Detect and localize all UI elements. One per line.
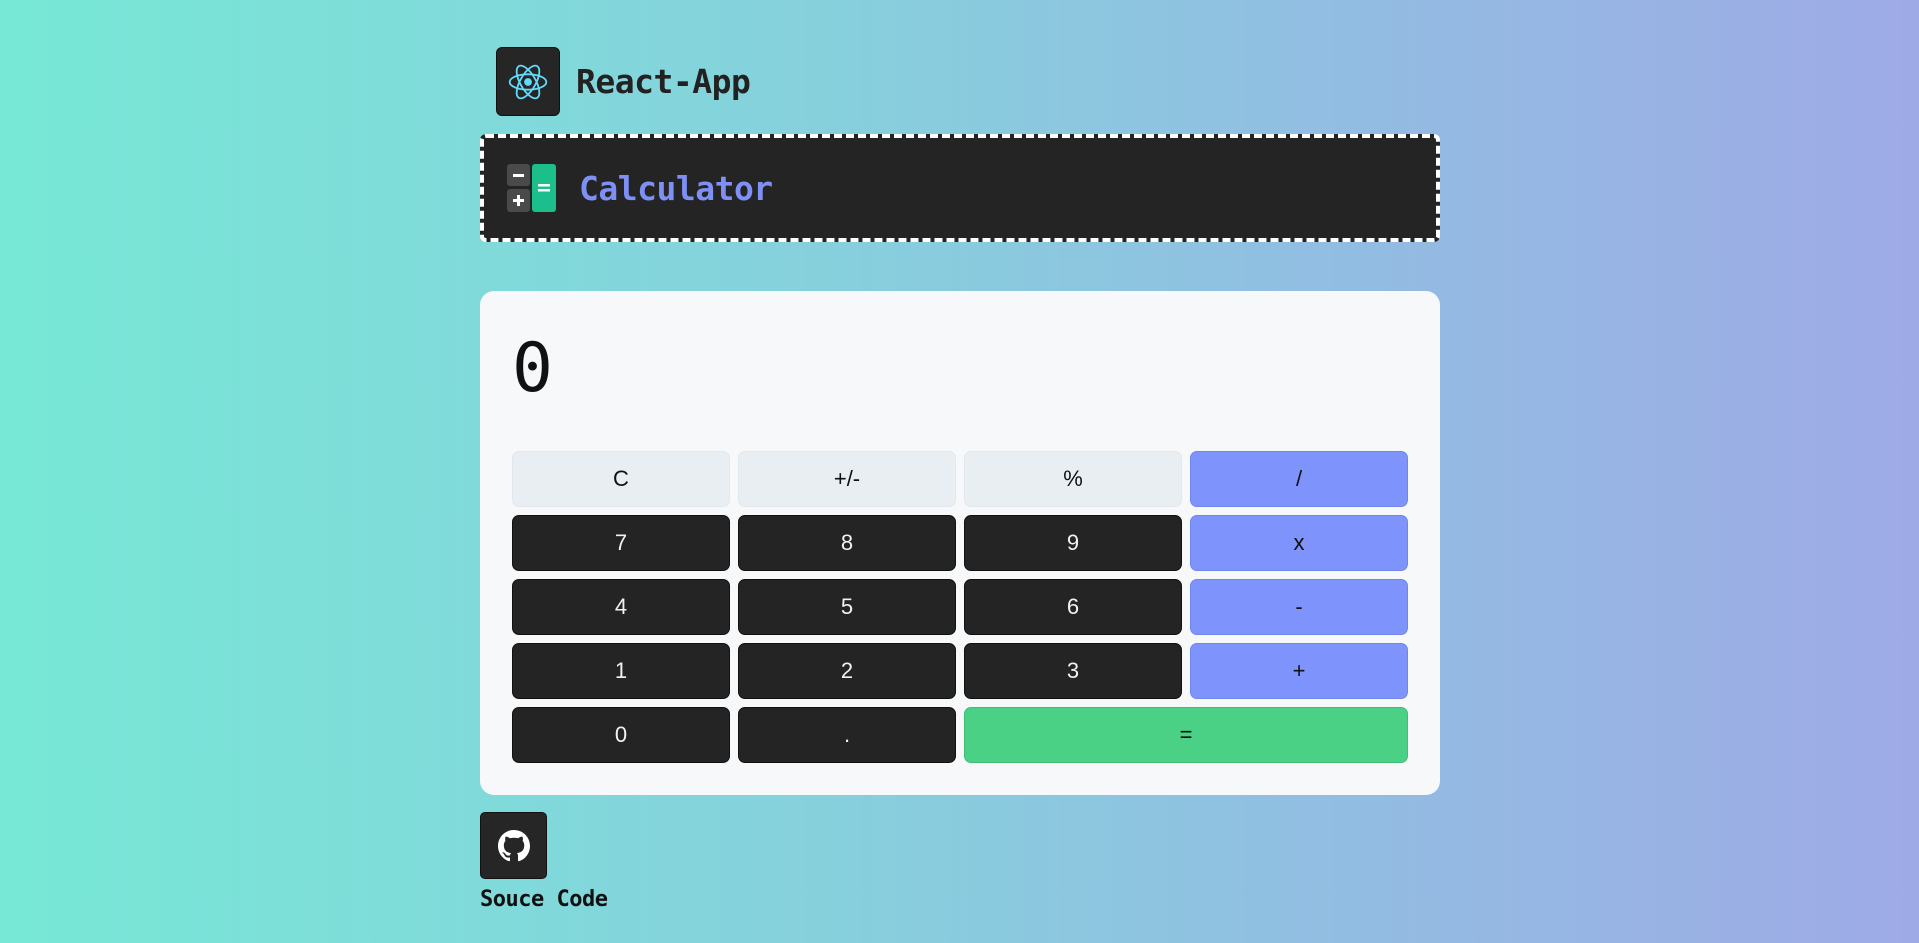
app-header: React-App [496,47,751,116]
clear-button[interactable]: C [512,451,730,507]
multiply-button[interactable]: x [1190,515,1408,571]
keypad: C +/-%/ 7 8 9 x 4 5 6- 1 2 3 +0. = [512,451,1408,763]
calculator-icon [507,163,557,213]
calculator-title: Calculator [579,168,773,208]
digit-7-button[interactable]: 7 [512,515,730,571]
calculator-banner: Calculator [480,134,1440,242]
github-icon [497,829,530,861]
subtract-button[interactable]: - [1190,579,1408,635]
equals-button[interactable]: = [964,707,1408,763]
sign-toggle-button[interactable]: +/- [738,451,956,507]
divide-button[interactable]: / [1190,451,1408,507]
react-atom-icon [508,64,548,99]
app-title: React-App [576,62,751,101]
digit-8-button[interactable]: 8 [738,515,956,571]
digit-6-button[interactable]: 6 [964,579,1182,635]
digit-0-button[interactable]: 0 [512,707,730,763]
digit-3-button[interactable]: 3 [964,643,1182,699]
react-logo [496,47,560,116]
decimal-button[interactable]: . [738,707,956,763]
calculator-display: 0 [512,329,553,408]
digit-5-button[interactable]: 5 [738,579,956,635]
digit-9-button[interactable]: 9 [964,515,1182,571]
percent-button[interactable]: % [964,451,1182,507]
source-code-label[interactable]: Souce Code [480,887,608,912]
github-button[interactable] [480,812,547,879]
digit-2-button[interactable]: 2 [738,643,956,699]
digit-1-button[interactable]: 1 [512,643,730,699]
calculator-panel: 0 C +/-%/ 7 8 9 x 4 5 6- 1 2 3 +0. = [480,291,1440,795]
add-button[interactable]: + [1190,643,1408,699]
digit-4-button[interactable]: 4 [512,579,730,635]
